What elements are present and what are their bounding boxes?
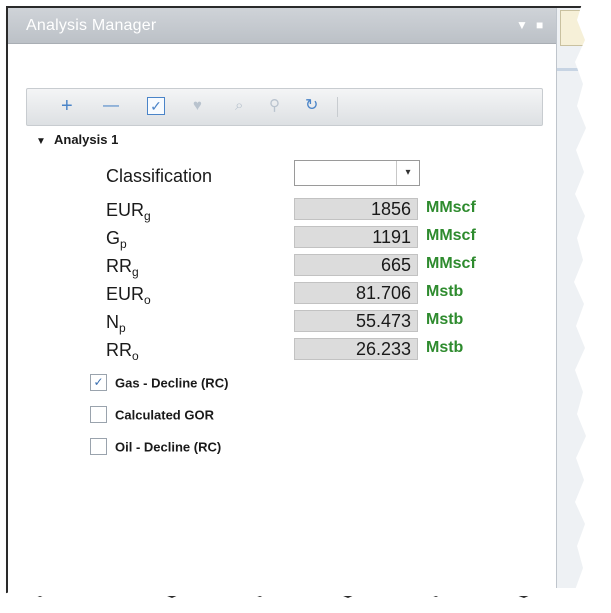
- chevron-down-icon[interactable]: ▾: [396, 161, 419, 185]
- metric-row-np: Np 55.473 Mstb: [106, 310, 526, 335]
- metric-label: Np: [106, 312, 126, 335]
- remove-icon[interactable]: —: [103, 95, 119, 117]
- check-all-icon[interactable]: ✓: [147, 97, 165, 115]
- refresh-icon[interactable]: ↻: [305, 95, 318, 117]
- screenshot-frame: Analysis Manager ▼ ■ + — ✓ ♥ ⌕ ⚲ ↻ ▼ Anal…: [6, 6, 590, 598]
- metric-row-rr-o: RRo 26.233 Mstb: [106, 338, 526, 363]
- metric-value: 1856: [294, 198, 418, 220]
- metric-row-eur-g: EURg 1856 MMscf: [106, 198, 526, 223]
- metric-row-gp: Gp 1191 MMscf: [106, 226, 526, 251]
- metric-label: RRo: [106, 340, 139, 363]
- metric-unit: Mstb: [426, 311, 464, 328]
- torn-edge-bottom: [0, 587, 611, 613]
- toolbar-separator: [337, 97, 338, 117]
- metric-value: 1191: [294, 226, 418, 248]
- classification-row: Classification ▾: [106, 160, 526, 187]
- checkbox-unchecked[interactable]: [90, 406, 107, 424]
- metric-value: 55.473: [294, 310, 418, 332]
- search-doc-icon[interactable]: ⌕: [235, 95, 243, 117]
- classification-label: Classification: [106, 166, 213, 186]
- checkbox-row-oil-decline[interactable]: Oil - Decline (RC): [90, 438, 221, 458]
- heart-icon[interactable]: ♥: [193, 95, 202, 117]
- checkbox-label: Oil - Decline (RC): [115, 439, 222, 455]
- checkbox-row-calculated-gor[interactable]: Calculated GOR: [90, 406, 214, 426]
- checkbox-label: Gas - Decline (RC): [115, 375, 229, 391]
- checkbox-label: Calculated GOR: [115, 407, 214, 423]
- metric-label: Gp: [106, 228, 127, 251]
- checkbox-row-gas-decline[interactable]: ✓ Gas - Decline (RC): [90, 374, 228, 394]
- metric-label: RRg: [106, 256, 139, 279]
- metric-row-eur-o: EURo 81.706 Mstb: [106, 282, 526, 307]
- expand-arrow-icon[interactable]: ▼: [36, 136, 54, 147]
- metric-value: 81.706: [294, 282, 418, 304]
- metric-label: EURg: [106, 200, 151, 223]
- metric-unit: MMscf: [426, 199, 476, 216]
- checkbox-unchecked[interactable]: [90, 438, 107, 456]
- metric-unit: MMscf: [426, 255, 476, 272]
- checkbox-checked[interactable]: ✓: [90, 374, 107, 392]
- dropdown-arrow-icon[interactable]: ▼: [516, 18, 528, 32]
- filter-icon[interactable]: ⚲: [269, 95, 280, 117]
- metric-row-rr-g: RRg 665 MMscf: [106, 254, 526, 279]
- pin-icon[interactable]: ■: [536, 18, 543, 32]
- metric-value: 26.233: [294, 338, 418, 360]
- add-icon[interactable]: +: [61, 95, 73, 117]
- analysis-manager-panel: Analysis Manager ▼ ■ + — ✓ ♥ ⌕ ⚲ ↻ ▼ Anal…: [8, 8, 557, 588]
- toolbar: + — ✓ ♥ ⌕ ⚲ ↻: [26, 88, 543, 126]
- tree-node-label: Analysis 1: [54, 132, 119, 147]
- metric-label: EURo: [106, 284, 151, 307]
- metric-unit: MMscf: [426, 227, 476, 244]
- torn-edge-right: [571, 0, 611, 613]
- classification-dropdown[interactable]: ▾: [294, 160, 420, 186]
- metric-value: 665: [294, 254, 418, 276]
- metric-unit: Mstb: [426, 339, 464, 356]
- metric-unit: Mstb: [426, 283, 464, 300]
- panel-titlebar: Analysis Manager ▼ ■: [8, 8, 556, 44]
- tree-node-analysis[interactable]: ▼ Analysis 1: [36, 132, 118, 147]
- panel-title: Analysis Manager: [26, 17, 157, 34]
